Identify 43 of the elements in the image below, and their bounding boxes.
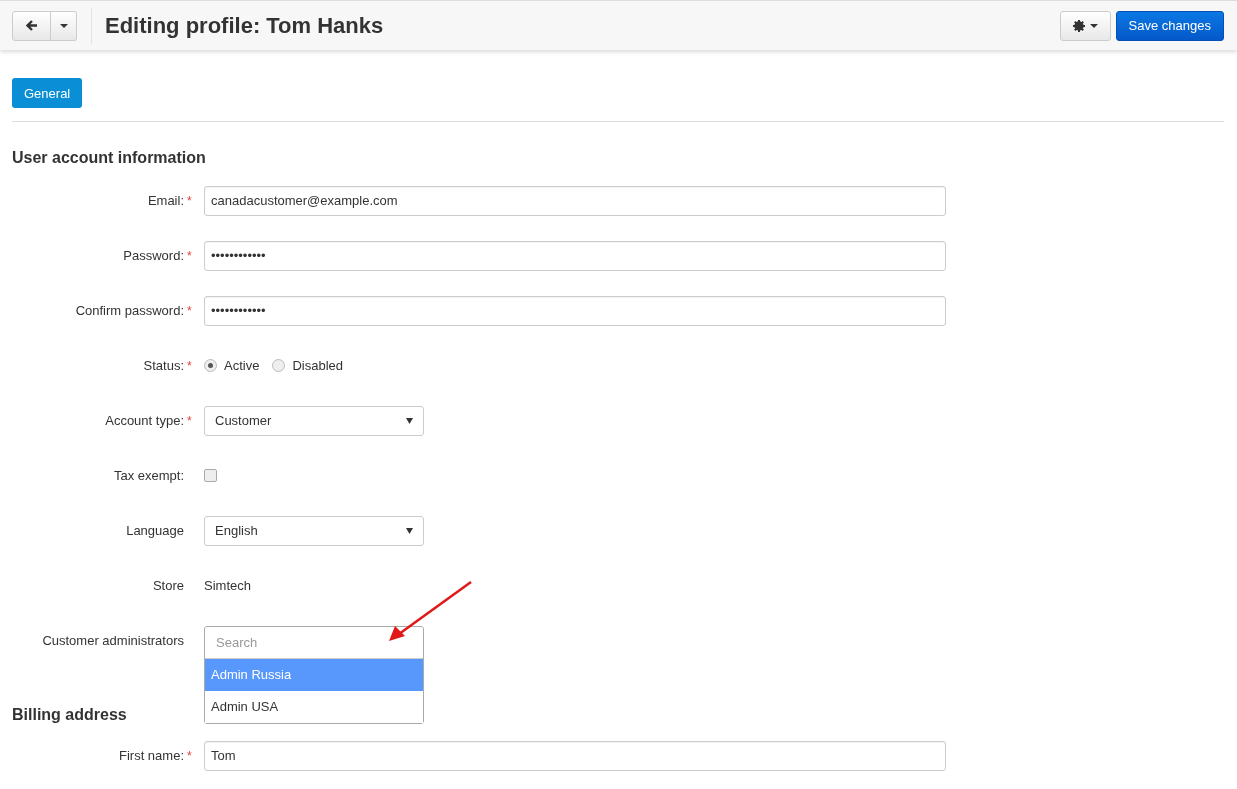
settings-button[interactable] bbox=[1059, 10, 1111, 41]
field-label: First name: bbox=[119, 748, 184, 763]
page-title: Editing profile: Tom Hanks bbox=[105, 12, 385, 39]
required-mark: * bbox=[187, 748, 192, 763]
radio-button[interactable] bbox=[204, 359, 217, 372]
select-field[interactable]: English bbox=[204, 515, 424, 546]
required-mark: * bbox=[187, 358, 192, 373]
caret-icon bbox=[1089, 23, 1098, 28]
required-mark: * bbox=[187, 413, 192, 428]
text-field[interactable]: •••••••••••• bbox=[204, 295, 946, 326]
back-arrow-icon bbox=[25, 20, 38, 31]
field-label: Account type: bbox=[105, 413, 184, 428]
field-label: Password: bbox=[123, 248, 184, 263]
store-value: Simtech bbox=[204, 578, 251, 593]
text-field[interactable]: •••••••••••• bbox=[204, 240, 946, 271]
section-title: User account information bbox=[12, 148, 206, 168]
caret-icon bbox=[406, 527, 413, 534]
field-label: Status: bbox=[143, 358, 184, 373]
radio-label: Active bbox=[224, 358, 260, 373]
radio-label: Disabled bbox=[292, 358, 343, 373]
required-mark: * bbox=[187, 248, 192, 263]
radio-button[interactable] bbox=[272, 359, 286, 372]
field-label: Language bbox=[126, 523, 184, 538]
caret-icon bbox=[406, 417, 413, 424]
required-mark: * bbox=[187, 303, 192, 318]
field-label: Confirm password: bbox=[75, 303, 184, 318]
field-label: Customer administrators bbox=[42, 633, 184, 648]
text-field[interactable]: canadacustomer@example.com bbox=[204, 185, 946, 216]
tab[interactable]: General bbox=[12, 78, 83, 108]
checkbox[interactable] bbox=[204, 469, 217, 482]
dropdown-list[interactable]: Search Admin Russia Admin USA bbox=[204, 625, 424, 724]
search-field[interactable]: Search bbox=[205, 626, 423, 659]
save-button[interactable]: Save changes bbox=[1115, 10, 1224, 41]
field-label: Email: bbox=[147, 193, 184, 208]
back-button[interactable] bbox=[12, 10, 51, 41]
field-label: Store bbox=[152, 578, 184, 593]
text-field[interactable]: Tom bbox=[204, 740, 946, 771]
required-mark: * bbox=[187, 193, 192, 208]
section-title: Billing address bbox=[12, 705, 127, 725]
field-label: Tax exempt: bbox=[113, 468, 184, 483]
select-field[interactable]: Customer bbox=[204, 405, 424, 436]
settings-icon bbox=[1072, 19, 1085, 32]
caret-icon bbox=[59, 23, 68, 28]
